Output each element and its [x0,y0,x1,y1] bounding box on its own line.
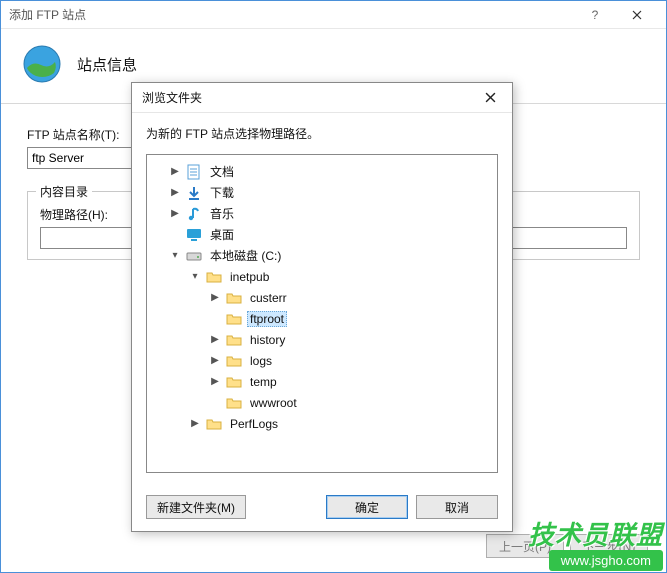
tree-item-local-disk[interactable]: ▾ 本地磁盘 (C:) [169,245,491,266]
tree-label: logs [247,353,275,369]
window-title: 添加 FTP 站点 [9,6,574,23]
folder-icon [226,395,242,411]
tree-item-history[interactable]: ▶ history [209,329,491,350]
folder-icon [226,311,242,327]
folder-open-icon [206,269,222,285]
globe-icon [21,43,63,85]
tree-item-wwwroot[interactable]: ▶ wwwroot [209,392,491,413]
desktop-icon [186,227,202,243]
folder-icon [226,290,242,306]
tree-label: 文档 [207,162,237,181]
window-title-bar: 添加 FTP 站点 ? [1,1,666,29]
document-icon [186,164,202,180]
tree-label: ftproot [247,311,287,327]
dialog-title-bar: 浏览文件夹 [132,83,512,113]
folder-icon [206,416,222,432]
tree-item-logs[interactable]: ▶ logs [209,350,491,371]
watermark-text: 技术员联盟 [528,515,663,552]
tree-label: 本地磁盘 (C:) [207,246,284,265]
dialog-title: 浏览文件夹 [142,89,478,106]
dialog-close-button[interactable] [478,86,502,110]
folder-icon [226,332,242,348]
tree-label: wwwroot [247,395,300,411]
dialog-prompt: 为新的 FTP 站点选择物理路径。 [146,125,498,142]
tree-item-downloads[interactable]: ▶ 下载 [169,182,491,203]
collapse-icon[interactable]: ▾ [189,271,201,282]
close-icon [485,92,496,103]
tree-item-perflogs[interactable]: ▶ PerfLogs [189,413,491,434]
watermark: 技术员联盟 www.jsgho.com [528,515,663,571]
close-button[interactable] [616,1,658,29]
content-dir-legend: 内容目录 [36,183,92,200]
music-icon [186,206,202,222]
folder-tree[interactable]: ▶ 文档 ▶ 下载 ▶ 音乐 [146,154,498,473]
expand-icon[interactable]: ▶ [169,208,181,219]
expand-icon[interactable]: ▶ [209,376,221,387]
tree-label: 桌面 [207,225,237,244]
expand-icon[interactable]: ▶ [169,187,181,198]
folder-icon [226,374,242,390]
tree-label: history [247,332,288,348]
new-folder-button[interactable]: 新建文件夹(M) [146,495,246,519]
close-icon [632,10,642,20]
help-button[interactable]: ? [574,1,616,29]
tree-label: 音乐 [207,204,237,223]
cancel-button[interactable]: 取消 [416,495,498,519]
folder-icon [226,353,242,369]
ok-button[interactable]: 确定 [326,495,408,519]
tree-label: custerr [247,290,290,306]
tree-item-temp[interactable]: ▶ temp [209,371,491,392]
tree-label: temp [247,374,280,390]
dialog-button-row: 新建文件夹(M) 确定 取消 [132,485,512,531]
expand-icon[interactable]: ▶ [169,166,181,177]
dialog-body: 为新的 FTP 站点选择物理路径。 ▶ 文档 ▶ 下载 [132,113,512,485]
tree-label: inetpub [227,269,272,285]
tree-item-documents[interactable]: ▶ 文档 [169,161,491,182]
tree-item-inetpub[interactable]: ▾ inetpub [189,266,491,287]
tree-item-custerr[interactable]: ▶ custerr [209,287,491,308]
tree-item-ftproot[interactable]: ▶ ftproot [209,308,491,329]
watermark-url: www.jsgho.com [549,550,663,571]
drive-icon [186,248,202,264]
tree-label: 下载 [207,183,237,202]
collapse-icon[interactable]: ▾ [169,250,181,261]
download-icon [186,185,202,201]
wizard-title: 站点信息 [77,54,137,75]
browse-folder-dialog: 浏览文件夹 为新的 FTP 站点选择物理路径。 ▶ 文档 ▶ [131,82,513,532]
tree-item-desktop[interactable]: ▶ 桌面 [169,224,491,245]
expand-icon[interactable]: ▶ [209,355,221,366]
expand-icon[interactable]: ▶ [189,418,201,429]
tree-label: PerfLogs [227,416,281,432]
expand-icon[interactable]: ▶ [209,292,221,303]
tree-item-music[interactable]: ▶ 音乐 [169,203,491,224]
expand-icon[interactable]: ▶ [209,334,221,345]
